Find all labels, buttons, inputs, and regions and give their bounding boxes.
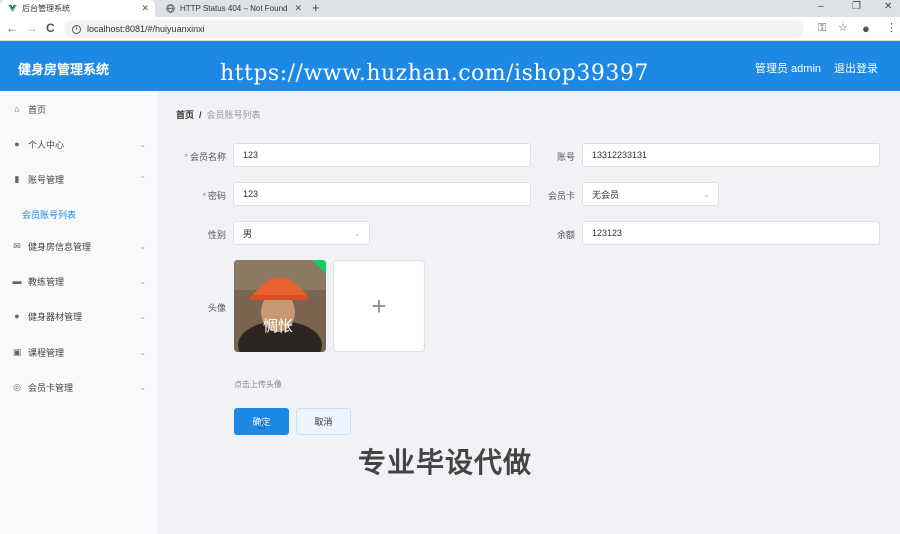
balance-label: 余额 — [556, 230, 575, 240]
close-tab-icon[interactable]: ✕ — [141, 3, 149, 14]
window-close-icon[interactable]: ✕ — [884, 0, 892, 14]
close-tab-icon[interactable]: ✕ — [294, 3, 302, 14]
sidebar-item-label: 健身房信息管理 — [28, 241, 92, 252]
address-bar-row: ← → C i localhost:8081/#/huiyuanxinxi ⚿ … — [0, 17, 900, 41]
avatar-photo — [234, 260, 326, 352]
browser-tab-bar: 后台管理系统 ✕ HTTP Status 404 – Not Found ✕ +… — [0, 0, 900, 17]
minimize-icon[interactable]: – — [818, 0, 824, 14]
app-header: 健身房管理系统 https://www.huzhan.com/ishop3939… — [0, 41, 900, 91]
chevron-down-icon: ⌄ — [139, 276, 146, 286]
sidebar-item-card-management[interactable]: ◎ 会员卡管理 ⌄ — [0, 377, 158, 397]
upload-hint: 点击上传头像 — [234, 380, 282, 389]
url-field[interactable]: i localhost:8081/#/huiyuanxinxi — [64, 20, 804, 38]
restore-icon[interactable]: ❐ — [852, 0, 861, 14]
sidebar-item-account-management[interactable]: ▮ 账号管理 ⌃ — [0, 169, 158, 189]
account-label: 账号 — [556, 152, 575, 162]
password-label: * 密码 — [202, 191, 226, 201]
sidebar-subitem-member-accounts[interactable]: 会员账号列表 — [22, 208, 76, 221]
briefcase-icon: ▬ — [12, 276, 22, 286]
info-icon[interactable]: i — [72, 24, 81, 34]
browser-menu-icon[interactable]: ⋮ — [886, 22, 897, 35]
back-icon[interactable]: ← — [6, 21, 18, 35]
sidebar-item-home[interactable]: ⌂ 首页 — [0, 99, 158, 119]
profile-icon[interactable]: ● — [862, 22, 870, 35]
sidebar-item-label: 课程管理 — [28, 347, 65, 358]
sidebar-item-equipment-management[interactable]: ● 健身器材管理 ⌄ — [0, 306, 158, 326]
avatar-label: 头像 — [207, 303, 226, 313]
password-input[interactable]: 123 — [233, 182, 531, 206]
calendar-icon: ▣ — [12, 346, 22, 357]
user-icon: ● — [14, 139, 20, 149]
app-title: 健身房管理系统 — [18, 62, 110, 77]
user-icon: ● — [14, 311, 20, 321]
avatar-caption: 惆怅 — [263, 317, 294, 335]
browser-tab-active[interactable]: 后台管理系统 ✕ — [0, 0, 155, 17]
sidebar-item-label: 账号管理 — [28, 174, 65, 185]
key-icon[interactable]: ⚿ — [818, 22, 826, 35]
admin-label: 管理员 admin — [755, 63, 822, 75]
chevron-down-icon: ⌄ — [139, 139, 146, 149]
breadcrumb-home[interactable]: 首页 — [176, 110, 194, 120]
sidebar-item-coach-management[interactable]: ▬ 教练管理 ⌄ — [0, 271, 158, 291]
home-icon: ⌂ — [14, 104, 20, 114]
plus-icon: + — [371, 290, 387, 321]
sidebar-item-label: 会员卡管理 — [28, 382, 74, 393]
globe-icon — [166, 4, 175, 13]
member-name-label: * 会员名称 — [184, 152, 226, 162]
chevron-down-icon: ⌄ — [139, 311, 146, 321]
chevron-down-icon: ⌄ — [354, 228, 361, 238]
balance-input[interactable]: 123123 — [582, 221, 880, 245]
forward-icon[interactable]: → — [26, 21, 38, 35]
chevron-up-icon: ⌃ — [139, 174, 146, 184]
browser-tab-title: HTTP Status 404 – Not Found — [180, 4, 288, 13]
new-tab-button[interactable]: + — [312, 0, 320, 15]
watermark-url: https://www.huzhan.com/ishop39397 — [220, 61, 649, 86]
member-card-label: 会员卡 — [547, 191, 575, 201]
browser-tab-title: 后台管理系统 — [22, 4, 70, 13]
sidebar-item-label: 健身器材管理 — [28, 311, 83, 322]
sidebar-item-label: 首页 — [28, 104, 47, 115]
bookmark-star-icon[interactable]: ☆ — [838, 22, 848, 35]
overlay-text: 专业毕设代做 — [358, 447, 533, 478]
sidebar: ⌂ 首页 ● 个人中心 ⌄ ▮ 账号管理 ⌃ 会员账号列表 ✉ 健身房信息管理 … — [0, 91, 158, 534]
main-content: 首页 / 会员账号列表 * 会员名称 123 账号 13312233131 * 密码 1… — [158, 91, 900, 534]
hand-cursor-icon: ☝ — [258, 417, 266, 432]
compass-icon: ◎ — [13, 381, 21, 392]
chevron-down-icon: ⌄ — [139, 382, 146, 392]
sidebar-item-gym-info[interactable]: ✉ 健身房信息管理 ⌄ — [0, 236, 158, 256]
chevron-down-icon: ⌄ — [703, 189, 710, 199]
vue-logo-icon — [8, 4, 17, 13]
upload-avatar-button[interactable]: + — [333, 260, 425, 352]
account-icon: ▮ — [14, 173, 20, 184]
breadcrumb: 首页 / 会员账号列表 — [176, 108, 261, 121]
gender-label: 性别 — [207, 230, 226, 240]
breadcrumb-current: 会员账号列表 — [206, 110, 261, 120]
sidebar-item-label: 教练管理 — [28, 276, 65, 287]
chevron-down-icon: ⌄ — [139, 241, 146, 251]
avatar-image[interactable]: 惆怅 — [234, 260, 326, 352]
account-input[interactable]: 13312233131 — [582, 143, 880, 167]
cancel-button[interactable]: 取消 — [296, 408, 351, 435]
sidebar-item-personal-center[interactable]: ● 个人中心 ⌄ — [0, 134, 158, 154]
browser-tab-inactive[interactable]: HTTP Status 404 – Not Found ✕ — [158, 0, 308, 17]
breadcrumb-separator: / — [199, 110, 202, 120]
reload-icon[interactable]: C — [46, 21, 55, 35]
logout-link[interactable]: 退出登录 — [834, 60, 878, 76]
chevron-down-icon: ⌄ — [139, 347, 146, 357]
sidebar-item-label: 个人中心 — [28, 139, 65, 150]
gender-select[interactable]: 男 ⌄ — [233, 221, 370, 245]
mail-icon: ✉ — [13, 240, 21, 251]
member-name-input[interactable]: 123 — [233, 143, 531, 167]
member-card-select[interactable]: 无会员 ⌄ — [582, 182, 719, 206]
sidebar-item-course-management[interactable]: ▣ 课程管理 ⌄ — [0, 342, 158, 362]
url-text: localhost:8081/#/huiyuanxinxi — [87, 24, 205, 34]
